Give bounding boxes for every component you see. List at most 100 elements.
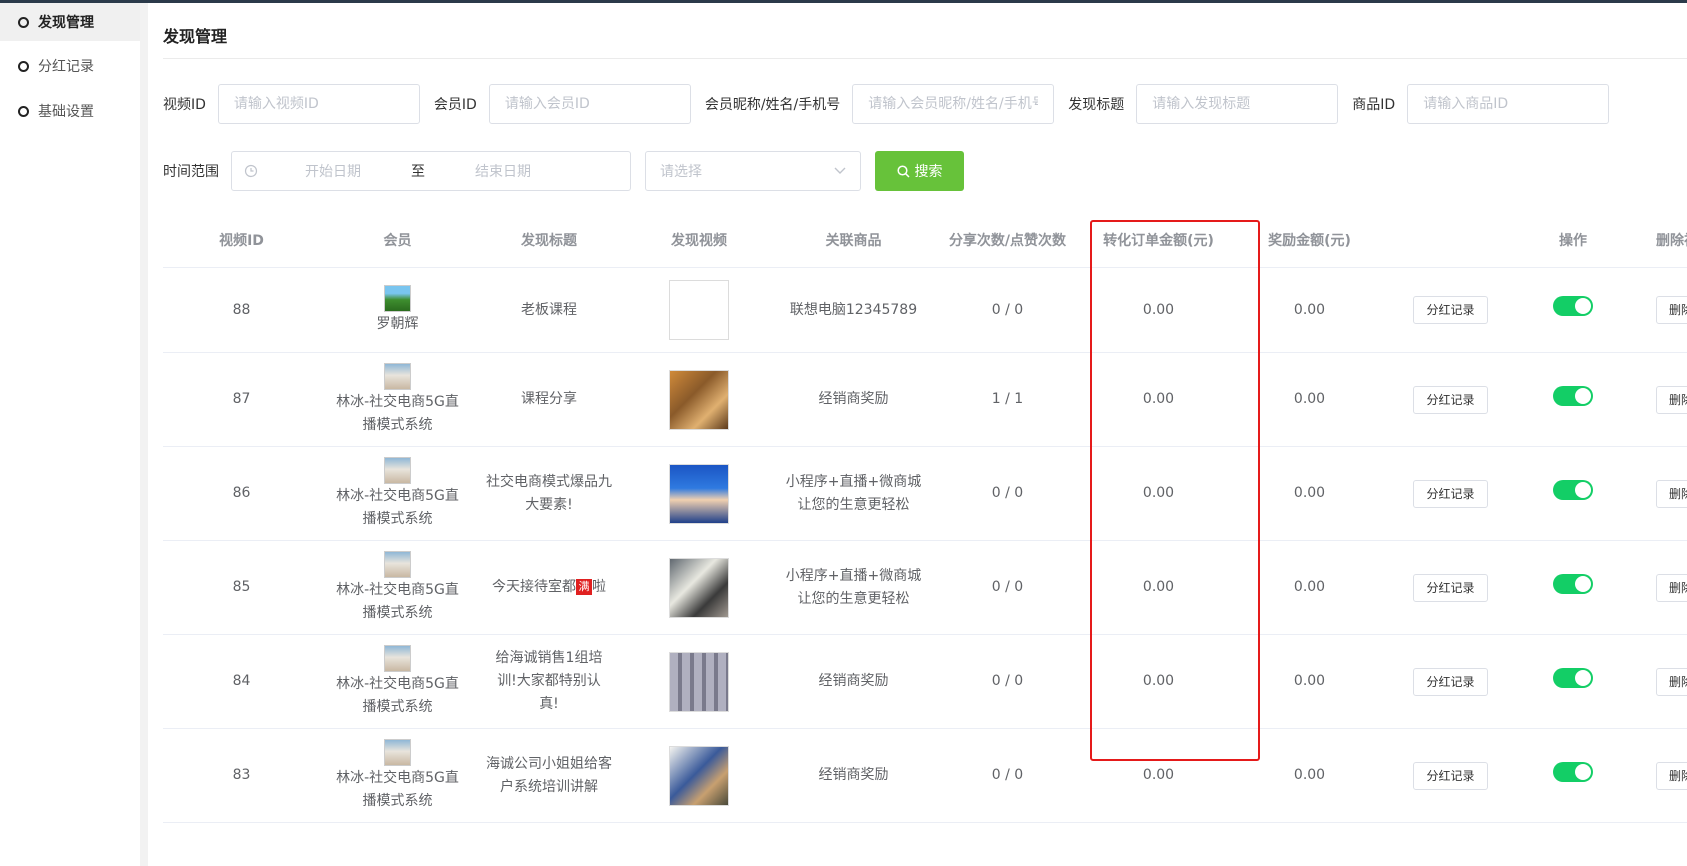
- title-line: 给海诚销售1组培: [495, 650, 603, 666]
- member-cell: 林冰-社交电商5G直 播模式系统: [320, 644, 475, 719]
- order-amount-cell: 0.00: [1142, 391, 1175, 407]
- product-cell: 小程序+直播+微商城 让您的生意更轻松: [775, 565, 932, 611]
- title-line: 大要素!: [525, 496, 573, 513]
- dividend-record-button[interactable]: 分红记录: [1413, 479, 1488, 508]
- video-cell[interactable]: [623, 651, 775, 712]
- date-separator: 至: [411, 164, 425, 180]
- table-row: 87 林冰-社交电商5G直 播模式系统 课程分享 经销商奖励 1 / 1 0.0…: [163, 353, 1687, 447]
- title-cell: 社交电商模式爆品九 大要素!: [475, 471, 623, 517]
- sidebar-item-dividend[interactable]: 分红记录: [0, 46, 140, 86]
- video-thumbnail[interactable]: [669, 280, 729, 340]
- avatar: [384, 550, 411, 578]
- status-toggle[interactable]: [1553, 573, 1593, 594]
- video-id-input[interactable]: [217, 84, 420, 124]
- counts-cell: 0 / 0: [991, 767, 1024, 783]
- status-toggle[interactable]: [1553, 296, 1593, 316]
- filter-row-1: 视频ID 会员ID 会员昵称/姓名/手机号 发现标题 商品ID: [163, 83, 1623, 125]
- toggle-cell: [1516, 296, 1630, 324]
- video-thumbnail[interactable]: [669, 557, 729, 618]
- member-name: 罗朝辉: [376, 315, 419, 332]
- delete-cell: 删除: [1630, 667, 1687, 696]
- member-name: 林冰-社交电商5G直: [336, 675, 459, 692]
- status-toggle[interactable]: [1553, 385, 1593, 406]
- sidebar-item-label: 分红记录: [38, 59, 94, 75]
- status-toggle[interactable]: [1553, 667, 1593, 688]
- delete-button[interactable]: 删除: [1656, 667, 1687, 696]
- product-cell: 经销商奖励: [818, 673, 889, 689]
- toggle-knob: [1575, 298, 1591, 314]
- table-header: 视频ID 会员 发现标题 发现视频 关联商品 分享次数/点赞次数 转化订单金额(…: [163, 216, 1687, 268]
- status-select[interactable]: 请选择: [645, 151, 861, 191]
- avatar: [384, 362, 411, 390]
- toggle-cell: [1516, 479, 1630, 508]
- delete-button[interactable]: 删除: [1656, 479, 1687, 508]
- delete-cell: 删除: [1630, 479, 1687, 508]
- column-header: 视频ID: [219, 233, 264, 249]
- record-cell: 分红记录: [1385, 385, 1516, 414]
- main-content: 发现管理 视频ID 会员ID 会员昵称/姓名/手机号 发现标题 商品ID 时间范…: [163, 3, 1687, 866]
- discover-title-input[interactable]: [1136, 84, 1339, 124]
- order-amount-cell: 0.00: [1142, 673, 1175, 689]
- counts-cell: 0 / 0: [991, 485, 1024, 501]
- video-cell[interactable]: [623, 280, 775, 340]
- member-name: 林冰-社交电商5G直: [336, 487, 459, 504]
- member-info-input[interactable]: [852, 84, 1055, 124]
- column-header: 会员: [383, 233, 412, 249]
- video-thumbnail[interactable]: [669, 463, 729, 524]
- toggle-knob: [1575, 387, 1591, 404]
- sidebar: 发现管理 分红记录 基础设置: [0, 3, 148, 866]
- member-id-input[interactable]: [488, 84, 691, 124]
- sidebar-item-label: 基础设置: [38, 104, 94, 120]
- dividend-record-button[interactable]: 分红记录: [1413, 667, 1488, 696]
- member-id-label: 会员ID: [433, 97, 477, 113]
- dividend-record-button[interactable]: 分红记录: [1413, 296, 1488, 324]
- product-cell: 经销商奖励: [818, 391, 889, 407]
- start-date-input[interactable]: 开始日期: [258, 161, 408, 181]
- member-cell: 林冰-社交电商5G直 播模式系统: [320, 456, 475, 531]
- member-cell: 林冰-社交电商5G直 播模式系统: [320, 550, 475, 625]
- video-id-cell: 85: [232, 579, 251, 595]
- delete-button[interactable]: 删除: [1656, 296, 1687, 324]
- video-cell[interactable]: [623, 369, 775, 430]
- date-range-picker[interactable]: 开始日期 至 结束日期: [231, 151, 631, 191]
- delete-button[interactable]: 删除: [1656, 761, 1687, 790]
- column-header: 发现标题: [521, 233, 577, 249]
- avatar: [384, 644, 411, 672]
- sidebar-item-discover[interactable]: 发现管理: [0, 3, 140, 41]
- dividend-record-button[interactable]: 分红记录: [1413, 573, 1488, 602]
- title-cell: 今天接待室都满啦: [475, 576, 623, 599]
- product-line: 小程序+直播+微商城: [785, 567, 922, 584]
- video-thumbnail[interactable]: [669, 369, 729, 430]
- product-id-input[interactable]: [1407, 84, 1610, 124]
- dividend-record-button[interactable]: 分红记录: [1413, 385, 1488, 414]
- table-row: 83 林冰-社交电商5G直 播模式系统 海诚公司小姐姐给客 户系统培训讲解 经销…: [163, 729, 1687, 823]
- title-cell: 课程分享: [521, 391, 577, 407]
- toggle-knob: [1575, 575, 1591, 592]
- order-amount-cell: 0.00: [1142, 767, 1175, 783]
- delete-button[interactable]: 删除: [1656, 385, 1687, 414]
- select-placeholder: 请选择: [660, 164, 702, 180]
- title-line: 户系统培训讲解: [500, 778, 598, 795]
- avatar: [384, 456, 411, 484]
- order-amount-cell: 0.00: [1142, 485, 1175, 501]
- title-cell: 给海诚销售1组培 训!大家都特别认 真!: [475, 647, 623, 716]
- dividend-record-button[interactable]: 分红记录: [1413, 761, 1488, 790]
- delete-button[interactable]: 删除: [1656, 573, 1687, 602]
- discover-table: 视频ID 会员 发现标题 发现视频 关联商品 分享次数/点赞次数 转化订单金额(…: [163, 216, 1687, 823]
- search-button[interactable]: 搜索: [875, 151, 964, 191]
- status-toggle[interactable]: [1553, 479, 1593, 500]
- video-cell[interactable]: [623, 463, 775, 524]
- title-line: 训!大家都特别认: [497, 673, 601, 689]
- avatar: [384, 284, 411, 312]
- end-date-input[interactable]: 结束日期: [428, 161, 578, 181]
- record-cell: 分红记录: [1385, 573, 1516, 602]
- video-id-cell: 84: [232, 673, 251, 689]
- circle-icon: [18, 16, 29, 28]
- video-thumbnail[interactable]: [669, 745, 729, 806]
- status-toggle[interactable]: [1553, 761, 1593, 782]
- video-thumbnail[interactable]: [669, 651, 729, 712]
- sidebar-item-settings[interactable]: 基础设置: [0, 91, 140, 131]
- video-cell[interactable]: [623, 557, 775, 618]
- video-cell[interactable]: [623, 745, 775, 806]
- table-row: 85 林冰-社交电商5G直 播模式系统 今天接待室都满啦 小程序+直播+微商城 …: [163, 541, 1687, 635]
